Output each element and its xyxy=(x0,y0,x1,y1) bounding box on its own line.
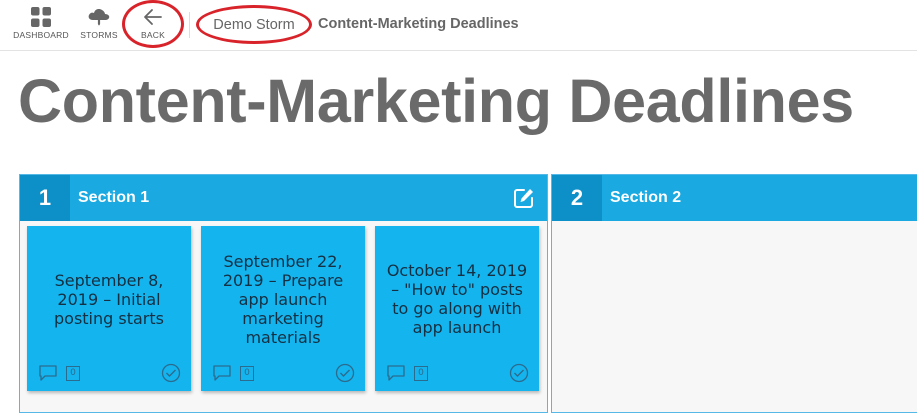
page-title: Content-Marketing Deadlines xyxy=(18,67,854,135)
dashboard-button[interactable]: DASHBOARD xyxy=(10,0,72,50)
comment-count: 0 xyxy=(66,366,80,381)
check-circle-icon[interactable] xyxy=(335,363,355,387)
comment-icon[interactable] xyxy=(387,365,405,385)
storms-label: STORMS xyxy=(80,30,118,40)
breadcrumb-current: Content-Marketing Deadlines xyxy=(318,16,519,32)
edit-icon[interactable] xyxy=(513,187,535,213)
sticky-note[interactable]: October 14, 2019 – "How to" posts to go … xyxy=(375,226,539,391)
section-number: 1 xyxy=(20,175,70,221)
section-name[interactable]: Section 2 xyxy=(610,189,681,207)
note-text: September 8, 2019 – Initial posting star… xyxy=(54,270,164,328)
dashboard-label: DASHBOARD xyxy=(13,30,69,40)
comment-count: 0 xyxy=(414,366,428,381)
section-number: 2 xyxy=(552,175,602,221)
section-header: 1 Section 1 xyxy=(20,175,547,221)
check-circle-icon[interactable] xyxy=(509,363,529,387)
cloud-upload-icon xyxy=(87,0,111,30)
grid-icon xyxy=(31,0,51,30)
sticky-note[interactable]: September 8, 2019 – Initial posting star… xyxy=(27,226,191,391)
top-toolbar: DASHBOARD STORMS BACK Demo Storm Content… xyxy=(0,0,917,51)
note-footer: 0 xyxy=(211,363,355,383)
section-2: 2 Section 2 xyxy=(551,174,917,413)
section-name[interactable]: Section 1 xyxy=(78,189,149,207)
check-circle-icon[interactable] xyxy=(161,363,181,387)
note-footer: 0 xyxy=(37,363,181,383)
comment-icon[interactable] xyxy=(39,365,57,385)
back-label: BACK xyxy=(141,30,165,40)
note-text: October 14, 2019 – "How to" posts to go … xyxy=(386,261,528,337)
section-header: 2 Section 2 xyxy=(552,175,917,221)
note-footer: 0 xyxy=(385,363,529,383)
sticky-note[interactable]: September 22, 2019 – Prepare app launch … xyxy=(201,226,365,391)
toolbar-divider xyxy=(189,12,190,38)
note-text: September 22, 2019 – Prepare app launch … xyxy=(222,251,344,347)
breadcrumb-storm-link[interactable]: Demo Storm xyxy=(196,5,312,44)
comment-count: 0 xyxy=(240,366,254,381)
comment-icon[interactable] xyxy=(213,365,231,385)
arrow-left-icon xyxy=(143,0,163,30)
back-button[interactable]: BACK xyxy=(130,0,176,50)
storms-button[interactable]: STORMS xyxy=(78,0,120,50)
